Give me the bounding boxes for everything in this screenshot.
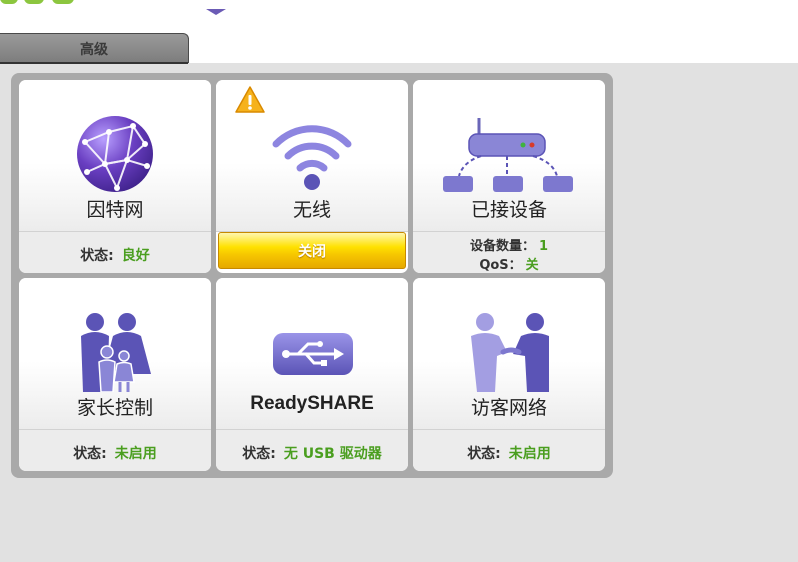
tile-title: 访客网络 [470, 397, 547, 419]
tile-parental-controls[interactable]: 家长控制 状态: 未启用 [19, 278, 211, 471]
wireless-off-button[interactable]: 关闭 [218, 232, 406, 269]
tile-title: 无线 [292, 199, 331, 221]
device-count-value: 1 [538, 239, 549, 254]
status-label: 状态: [73, 446, 107, 462]
tile-guest-network[interactable]: 访客网络 状态: 未启用 [413, 278, 605, 471]
status-value: 无 USB 驱动器 [283, 446, 382, 462]
status-label: 状态: [242, 446, 276, 462]
wifi-icon [272, 125, 352, 190]
qos-label: QoS： [479, 258, 522, 273]
top-header: 高级 [0, 0, 798, 64]
status-line: 状态: 良好 [19, 245, 211, 265]
globe-icon [77, 116, 153, 192]
device-count-label: 设备数量： [469, 239, 535, 254]
qos-value: 关 [525, 258, 539, 273]
warning-icon [235, 86, 265, 113]
qos-line: QoS：关 [413, 254, 605, 273]
device-count-line: 设备数量： 1 [413, 235, 605, 254]
status-value: 未启用 [114, 446, 157, 462]
logo-accent [203, 0, 229, 15]
tab-advanced[interactable]: 高级 [0, 33, 189, 64]
dashboard-panel: 因特网 状态: 良好 无线 关闭 已接设备 设备数量： 1 QoS： 关 家长控… [11, 73, 613, 478]
family-icon [81, 313, 151, 392]
status-label: 状态: [467, 446, 501, 462]
status-line: 状态: 无 USB 驱动器 [216, 443, 408, 463]
status-value: 未启用 [508, 446, 551, 462]
logo [0, 0, 82, 6]
tile-title: ReadySHARE [250, 393, 374, 414]
tile-wireless[interactable]: 无线 关闭 [216, 80, 408, 273]
status-line: 状态: 未启用 [413, 443, 605, 463]
tile-title: 因特网 [86, 199, 144, 221]
status-label: 状态: [80, 248, 114, 264]
guest-icon [471, 313, 549, 392]
usb-icon [273, 333, 353, 375]
tile-readyshare[interactable]: ReadySHARE 状态: 无 USB 驱动器 [216, 278, 408, 471]
router-icon [443, 118, 573, 192]
tile-internet[interactable]: 因特网 状态: 良好 [19, 80, 211, 273]
tile-title: 已接设备 [470, 199, 547, 221]
tile-attached-devices[interactable]: 已接设备 设备数量： 1 QoS：关 [413, 80, 605, 273]
status-line: 状态: 未启用 [19, 443, 211, 463]
tile-title: 家长控制 [76, 397, 153, 419]
status-value: 良好 [121, 248, 150, 264]
